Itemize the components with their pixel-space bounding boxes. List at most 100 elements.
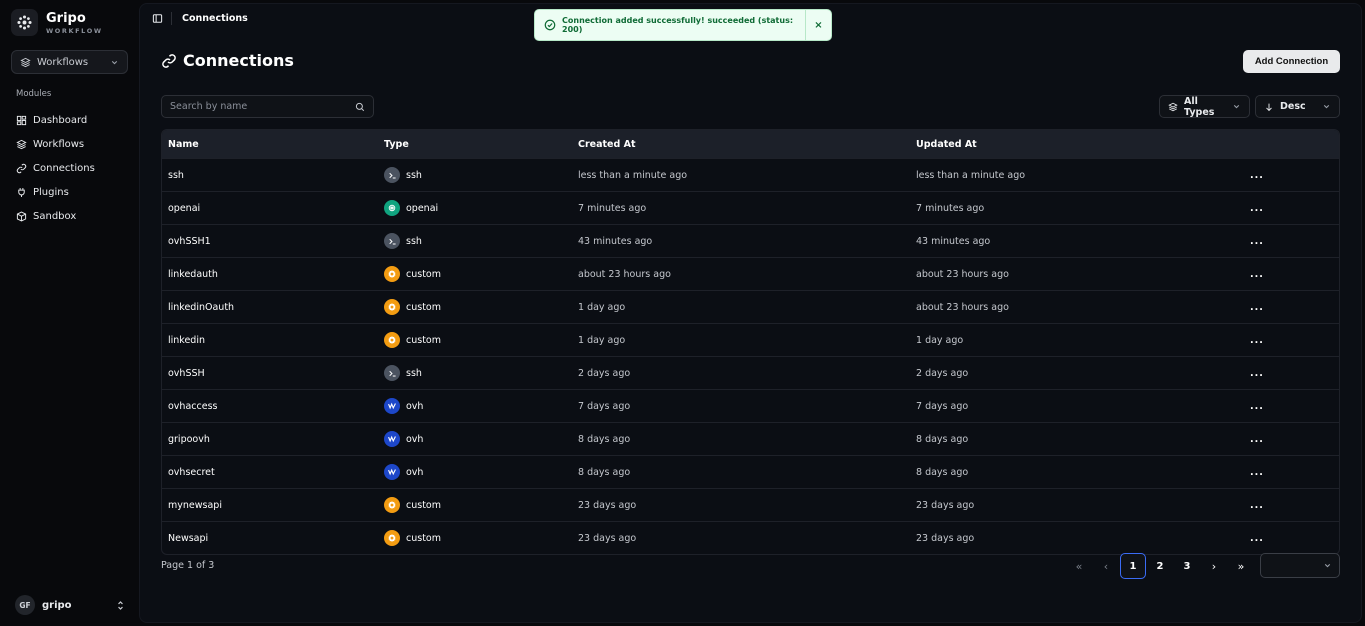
connection-type-label: custom <box>406 499 441 511</box>
page-button-2[interactable]: 2 <box>1147 553 1173 579</box>
brand[interactable]: Gripo WORKFLOW <box>11 9 103 36</box>
table-row[interactable]: gripoovh ovh 8 days ago 8 days ago ... <box>162 422 1339 455</box>
row-actions-button[interactable]: ... <box>1250 434 1270 445</box>
connection-type-label: ssh <box>406 235 422 247</box>
row-actions-button[interactable]: ... <box>1250 236 1270 247</box>
table-row[interactable]: ovhSSH ssh 2 days ago 2 days ago ... <box>162 356 1339 389</box>
row-actions-button[interactable]: ... <box>1250 302 1270 313</box>
brand-subtitle: WORKFLOW <box>46 26 103 35</box>
pagination-info: Page 1 of 3 <box>161 560 215 571</box>
brand-name: Gripo <box>46 10 86 26</box>
row-actions-button[interactable]: ... <box>1250 269 1270 280</box>
gear-icon <box>384 497 400 513</box>
updated-at: about 23 hours ago <box>916 268 1009 280</box>
created-at: 2 days ago <box>578 367 631 379</box>
search-box <box>161 95 374 118</box>
add-connection-button[interactable]: Add Connection <box>1243 50 1340 73</box>
user-menu[interactable]: GF gripo <box>15 594 125 616</box>
gear-icon <box>384 332 400 348</box>
updated-at: 2 days ago <box>916 367 969 379</box>
sidebar-item-workflows[interactable]: Workflows <box>16 132 95 156</box>
connections-table: Name Type Created At Updated At ssh ssh … <box>161 129 1340 555</box>
updated-at: 7 minutes ago <box>916 202 985 214</box>
table-row[interactable]: ovhaccess ovh 7 days ago 7 days ago ... <box>162 389 1339 422</box>
connection-type: ovh <box>378 431 572 447</box>
check-circle-icon <box>544 19 556 31</box>
workspace-select-value: Workflows <box>37 56 89 68</box>
sidebar-toggle-icon[interactable] <box>152 13 163 24</box>
table-row[interactable]: ovhSSH1 ssh 43 minutes ago 43 minutes ag… <box>162 224 1339 257</box>
sort-order-select[interactable]: Desc <box>1255 95 1340 118</box>
row-actions-button[interactable]: ... <box>1250 533 1270 544</box>
modules-label: Modules <box>16 89 52 99</box>
connection-type-label: ovh <box>406 433 424 445</box>
row-actions-button[interactable]: ... <box>1250 170 1270 181</box>
sidebar-item-connections[interactable]: Connections <box>16 156 95 180</box>
updated-at: 8 days ago <box>916 466 969 478</box>
connection-name: ssh <box>168 169 184 181</box>
prev-page-button[interactable]: ‹ <box>1093 553 1119 579</box>
gear-icon <box>384 530 400 546</box>
last-page-button[interactable]: » <box>1228 553 1254 579</box>
pagination: « ‹ 1 2 3 › » <box>1066 553 1255 579</box>
created-at: 8 days ago <box>578 433 631 445</box>
created-at: 23 days ago <box>578 532 637 544</box>
first-page-button[interactable]: « <box>1066 553 1092 579</box>
row-actions-button[interactable]: ... <box>1250 467 1270 478</box>
updated-at: 43 minutes ago <box>916 235 991 247</box>
page-title-text: Connections <box>183 51 294 70</box>
page-button-3[interactable]: 3 <box>1174 553 1200 579</box>
table-row[interactable]: Newsapi custom 23 days ago 23 days ago .… <box>162 521 1339 554</box>
page-title: Connections <box>161 51 294 70</box>
type-filter-select[interactable]: All Types <box>1159 95 1250 118</box>
connection-name: mynewsapi <box>168 499 222 511</box>
table-row[interactable]: linkedinOauth custom 1 day ago about 23 … <box>162 290 1339 323</box>
connection-name: ovhSSH <box>168 367 205 379</box>
table-row[interactable]: linkedauth custom about 23 hours ago abo… <box>162 257 1339 290</box>
sidebar: Gripo WORKFLOW Workflows Modules Dashboa… <box>0 0 139 626</box>
sidebar-item-plugins[interactable]: Plugins <box>16 180 95 204</box>
connection-type: custom <box>378 530 572 546</box>
connection-type-label: ssh <box>406 367 422 379</box>
table-row[interactable]: linkedin custom 1 day ago 1 day ago ... <box>162 323 1339 356</box>
row-actions-button[interactable]: ... <box>1250 401 1270 412</box>
updated-at: about 23 hours ago <box>916 301 1009 313</box>
connection-type-label: ovh <box>406 400 424 412</box>
table-row[interactable]: ssh ssh less than a minute ago less than… <box>162 158 1339 191</box>
terminal-icon <box>384 233 400 249</box>
sidebar-item-sandbox[interactable]: Sandbox <box>16 204 95 228</box>
page-button-1[interactable]: 1 <box>1120 553 1146 579</box>
page-size-select[interactable] <box>1260 553 1340 578</box>
next-page-button[interactable]: › <box>1201 553 1227 579</box>
connection-type: custom <box>378 497 572 513</box>
link-icon <box>162 53 176 68</box>
row-actions-button[interactable]: ... <box>1250 203 1270 214</box>
layers-icon <box>1168 102 1178 111</box>
column-header-type: Type <box>384 138 409 150</box>
column-header-updated: Updated At <box>916 138 977 150</box>
table-row[interactable]: mynewsapi custom 23 days ago 23 days ago… <box>162 488 1339 521</box>
created-at: about 23 hours ago <box>578 268 671 280</box>
row-actions-button[interactable]: ... <box>1250 335 1270 346</box>
table-header: Name Type Created At Updated At <box>162 130 1339 158</box>
search-icon <box>355 102 365 111</box>
row-actions-button[interactable]: ... <box>1250 500 1270 511</box>
chevron-down-icon <box>1233 104 1240 109</box>
workspace-select[interactable]: Workflows <box>11 50 128 74</box>
table-row[interactable]: ovhsecret ovh 8 days ago 8 days ago ... <box>162 455 1339 488</box>
updated-at: 23 days ago <box>916 532 975 544</box>
connection-name: ovhaccess <box>168 400 218 412</box>
topbar: Connections <box>152 12 248 25</box>
search-input[interactable] <box>170 101 355 112</box>
ovh-icon <box>384 464 400 480</box>
row-actions-button[interactable]: ... <box>1250 368 1270 379</box>
connection-type: ssh <box>378 233 572 249</box>
connection-name: linkedauth <box>168 268 218 280</box>
toast-close-button[interactable]: × <box>805 9 831 41</box>
sidebar-item-dashboard[interactable]: Dashboard <box>16 108 95 132</box>
sidebar-nav: Dashboard Workflows Connections Plugins … <box>16 108 95 228</box>
table-row[interactable]: openai openai 7 minutes ago 7 minutes ag… <box>162 191 1339 224</box>
box-icon <box>16 210 27 222</box>
created-at: 43 minutes ago <box>578 235 653 247</box>
connection-name: ovhSSH1 <box>168 235 211 247</box>
